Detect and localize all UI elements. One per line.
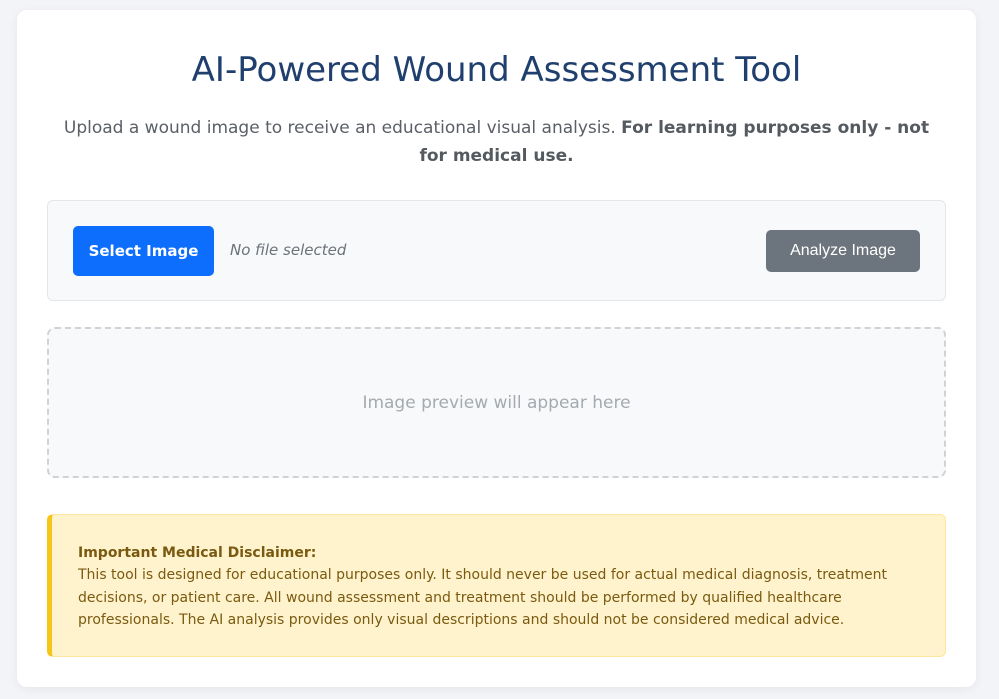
main-card: AI-Powered Wound Assessment Tool Upload … <box>17 10 976 687</box>
disclaimer-body: This tool is designed for educational pu… <box>78 567 888 628</box>
medical-disclaimer: Important Medical Disclaimer: This tool … <box>47 514 946 657</box>
analyze-image-button[interactable]: Analyze Image <box>766 230 920 272</box>
page-title: AI-Powered Wound Assessment Tool <box>191 50 802 90</box>
disclaimer-title: Important Medical Disclaimer: <box>78 545 317 561</box>
page-subtitle: Upload a wound image to receive an educa… <box>57 114 936 170</box>
select-image-button[interactable]: Select Image <box>73 226 214 276</box>
upload-panel: Select Image No file selected Analyze Im… <box>47 200 946 301</box>
preview-placeholder: Image preview will appear here <box>362 392 631 413</box>
file-status: No file selected <box>230 241 347 259</box>
subtitle-text: Upload a wound image to receive an educa… <box>63 118 622 138</box>
image-preview-area[interactable]: Image preview will appear here <box>47 327 946 478</box>
